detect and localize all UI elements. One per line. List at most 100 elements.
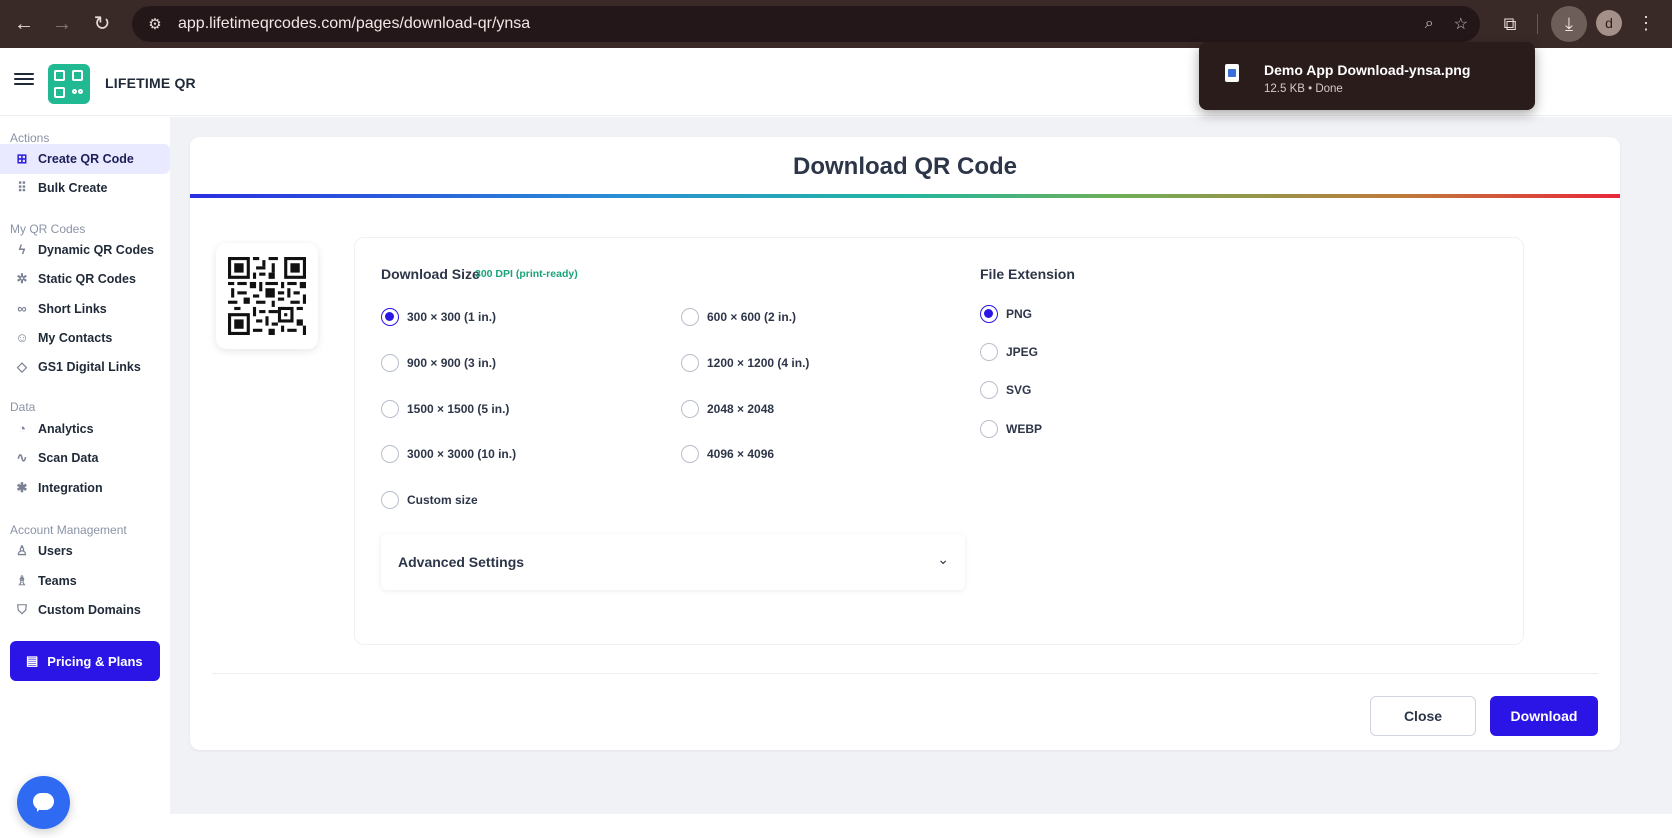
size-option-600[interactable]: 600 × 600 (2 in.) — [681, 308, 796, 326]
sidebar-item-integration[interactable]: ✱ Integration — [0, 473, 170, 503]
sidebar-item-label: Users — [38, 544, 73, 558]
sidebar-item-label: Analytics — [38, 422, 94, 436]
radio-button[interactable] — [980, 305, 998, 323]
radio-button[interactable] — [381, 354, 399, 372]
sidebar-item-gs1-digital-links[interactable]: ◇ GS1 Digital Links — [0, 352, 170, 382]
profile-avatar[interactable]: d — [1596, 10, 1622, 36]
radio-button[interactable] — [681, 308, 699, 326]
plus-square-icon: ⊞ — [16, 151, 28, 166]
close-button[interactable]: Close — [1370, 696, 1476, 736]
downloaded-filename[interactable]: Demo App Download-ynsa.png — [1264, 62, 1470, 78]
address-bar[interactable]: ⚙ app.lifetimeqrcodes.com/pages/download… — [132, 6, 1480, 42]
size-option-custom[interactable]: Custom size — [381, 491, 478, 509]
size-option-label: 900 × 900 (3 in.) — [407, 356, 497, 370]
reload-icon[interactable]: ↻ — [88, 10, 116, 38]
image-file-icon — [1225, 64, 1239, 82]
footer-divider — [212, 673, 1598, 674]
download-button[interactable]: Download — [1490, 696, 1598, 736]
brand-name: LIFETIME QR — [105, 75, 196, 91]
toolbar-separator — [1537, 14, 1538, 34]
radio-button[interactable] — [381, 445, 399, 463]
forward-icon[interactable]: → — [48, 10, 76, 38]
size-option-label: 300 × 300 (1 in.) — [407, 310, 497, 324]
radio-button[interactable] — [381, 400, 399, 418]
link-icon: ∞ — [17, 301, 27, 316]
sidebar-item-label: GS1 Digital Links — [38, 360, 141, 374]
radio-button[interactable] — [381, 491, 399, 509]
qr-code-preview — [216, 243, 318, 349]
sidebar-item-create-qr-code[interactable]: ⊞ Create QR Code — [0, 144, 170, 174]
sidebar-item-label: Create QR Code — [38, 152, 134, 166]
radio-button[interactable] — [681, 400, 699, 418]
url-text[interactable]: app.lifetimeqrcodes.com/pages/download-q… — [178, 15, 530, 33]
sidebar-item-custom-domains[interactable]: ⛉ Custom Domains — [0, 595, 170, 625]
sidebar-section-data: Data — [10, 400, 36, 414]
sidebar-item-label: Custom Domains — [38, 603, 141, 617]
pie-chart-icon: ◔ — [18, 421, 26, 436]
download-complete-popup[interactable]: Demo App Download-ynsa.png 12.5 KB • Don… — [1199, 42, 1535, 110]
size-option-label: 4096 × 4096 — [707, 447, 775, 461]
pricing-plans-button[interactable]: ▤ Pricing & Plans — [10, 641, 160, 681]
shield-icon: ⛉ — [17, 602, 27, 617]
sidebar-item-dynamic-qr-codes[interactable]: ϟ Dynamic QR Codes — [0, 235, 170, 265]
bookmark-star-icon[interactable]: ☆ — [1454, 14, 1468, 34]
zoom-icon[interactable]: ⌕ — [1425, 15, 1434, 33]
back-icon[interactable]: ← — [10, 10, 38, 38]
ext-option-svg[interactable]: SVG — [980, 381, 1031, 399]
pricing-plans-label: Pricing & Plans — [47, 653, 143, 669]
sidebar-item-static-qr-codes[interactable]: ✲ Static QR Codes — [0, 264, 170, 294]
ext-option-jpeg[interactable]: JPEG — [980, 343, 1038, 361]
sidebar: Actions ⊞ Create QR Code ⠿ Bulk Create My … — [0, 117, 170, 838]
site-settings-icon[interactable]: ⚙ — [138, 15, 172, 33]
users-icon: ♗ — [16, 573, 28, 588]
downloads-icon[interactable]: ⤓ — [1551, 6, 1587, 42]
sidebar-item-analytics[interactable]: ◔ Analytics — [0, 414, 170, 444]
advanced-settings-label: Advanced Settings — [398, 554, 525, 570]
download-qr-dialog: Download QR Code Download Size 300 DPI (… — [190, 137, 1620, 750]
advanced-settings-toggle[interactable]: Advanced Settings ⌄ — [381, 534, 965, 590]
sidebar-section-account-management: Account Management — [10, 523, 127, 537]
size-option-900[interactable]: 900 × 900 (3 in.) — [381, 354, 496, 372]
size-option-label: 2048 × 2048 — [707, 402, 775, 416]
file-extension-label: File Extension — [980, 266, 1075, 282]
size-option-300[interactable]: 300 × 300 (1 in.) — [381, 308, 496, 326]
ext-option-webp[interactable]: WEBP — [980, 420, 1042, 438]
sidebar-item-scan-data[interactable]: ∿ Scan Data — [0, 443, 170, 473]
download-status: 12.5 KB • Done — [1264, 83, 1343, 95]
hamburger-menu-icon[interactable] — [14, 70, 34, 90]
radio-button[interactable] — [681, 445, 699, 463]
sidebar-item-label: Bulk Create — [38, 181, 108, 195]
ext-option-label: WEBP — [1006, 422, 1042, 436]
sidebar-item-label: My Contacts — [38, 331, 113, 345]
size-option-1200[interactable]: 1200 × 1200 (4 in.) — [681, 354, 809, 372]
sidebar-item-bulk-create[interactable]: ⠿ Bulk Create — [0, 173, 170, 203]
browser-menu-icon[interactable]: ⋮ — [1636, 10, 1656, 36]
sidebar-item-teams[interactable]: ♗ Teams — [0, 566, 170, 596]
sidebar-item-users[interactable]: ♙ Users — [0, 536, 170, 566]
download-options-panel: Download Size 300 DPI (print-ready) 300 … — [354, 237, 1524, 645]
radio-button[interactable] — [980, 381, 998, 399]
radio-button[interactable] — [681, 354, 699, 372]
radio-button[interactable] — [381, 308, 399, 326]
size-option-3000[interactable]: 3000 × 3000 (10 in.) — [381, 445, 516, 463]
contacts-icon: ☺ — [15, 330, 29, 345]
size-option-2048[interactable]: 2048 × 2048 — [681, 400, 774, 418]
user-plus-icon: ♙ — [16, 543, 28, 558]
size-option-4096[interactable]: 4096 × 4096 — [681, 445, 774, 463]
download-size-label: Download Size — [381, 266, 480, 282]
tag-icon: ◇ — [17, 359, 27, 374]
chat-support-button[interactable] — [17, 776, 70, 829]
page-footer-strip — [170, 814, 1672, 838]
bug-icon: ✱ — [16, 480, 28, 495]
sidebar-item-my-contacts[interactable]: ☺ My Contacts — [0, 323, 170, 353]
radio-button[interactable] — [980, 343, 998, 361]
sidebar-item-label: Dynamic QR Codes — [38, 243, 155, 257]
extensions-icon[interactable]: ⧉ — [1496, 10, 1524, 38]
ext-option-png[interactable]: PNG — [980, 305, 1032, 323]
sidebar-section-my-qr-codes: My QR Codes — [10, 222, 86, 236]
size-option-1500[interactable]: 1500 × 1500 (5 in.) — [381, 400, 509, 418]
sidebar-item-label: Short Links — [38, 302, 107, 316]
sidebar-item-short-links[interactable]: ∞ Short Links — [0, 294, 170, 324]
title-gradient-divider — [190, 194, 1620, 198]
radio-button[interactable] — [980, 420, 998, 438]
